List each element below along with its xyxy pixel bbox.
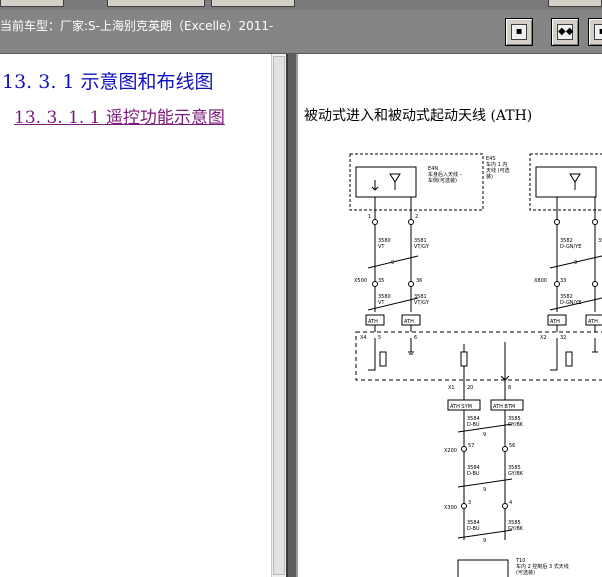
- pane-splitter[interactable]: [286, 54, 298, 577]
- top-menu-button-3[interactable]: [211, 0, 295, 7]
- top-strip: [0, 0, 602, 10]
- pin-32: 32: [560, 335, 566, 341]
- label-e4n-opt: 车侧(可选装): [428, 177, 457, 184]
- vehicle-prefix: 当前车型：: [0, 19, 61, 33]
- split-view-button[interactable]: ◆◆: [551, 18, 579, 46]
- wire-color-vtgy-b: VT/GY: [414, 300, 430, 306]
- wire-color-dbu-c: D-BU: [467, 526, 480, 532]
- wire-color-dbu: D-BU: [467, 422, 480, 428]
- ath-box-3: ATH: [550, 319, 560, 325]
- top-menu-button-2[interactable]: [107, 0, 205, 7]
- label-e4s-desc3: 装): [486, 173, 493, 180]
- diagram-labels: E4N 车身后入天线 – 车侧(可选装) E4S 车内 1 内 天线 (可选 装…: [354, 156, 602, 576]
- document-pane: 被动式进入和被动式起动天线 (ATH) E4N 车身后入天线 – 车侧(可选装)…: [298, 54, 602, 577]
- wiring-diagram: E4N 车身后入天线 – 车侧(可选装) E4S 车内 1 内 天线 (可选 装…: [349, 153, 602, 577]
- document-title: 被动式进入和被动式起动天线 (ATH): [304, 108, 533, 124]
- twist-9-d: 9: [483, 487, 486, 493]
- label-e4s-desc2: 天线 (可选: [486, 167, 510, 174]
- wire-color-dgnye: D-GN/YE: [560, 244, 581, 250]
- wire-color-vtgy: VT/GY: [414, 244, 430, 250]
- ath-sym-box: ATH SYM: [450, 404, 472, 410]
- wire-color-vt-b: VT: [378, 300, 385, 306]
- navigation-pane: 13. 3. 1 示意图和布线图 13. 3. 1. 1 遥控功能示意图: [0, 54, 271, 577]
- bottom-module-opt: (可选装): [516, 569, 535, 576]
- conn-x800: X800: [534, 278, 547, 284]
- pin-33: 33: [560, 278, 566, 284]
- pin-1: 1: [368, 214, 371, 220]
- ath-btm-box: ATH BTM: [493, 404, 515, 410]
- twist-9-e: 9: [483, 538, 486, 544]
- pin-4: 4: [509, 500, 512, 506]
- twist-9-c: 9: [483, 432, 486, 438]
- wire-color-dgnye-b: D-GN/YE: [560, 300, 581, 306]
- wire-color-gybk-c: GY/BK: [508, 526, 524, 532]
- pin-35: 35: [378, 278, 384, 284]
- diagram-connectors: [372, 219, 598, 509]
- subsection-link[interactable]: 13. 3. 1. 1 遥控功能示意图: [14, 103, 225, 128]
- wire-color-gybk-b: GY/BK: [508, 471, 524, 477]
- split-view-icon: ◆◆: [557, 24, 573, 40]
- conn-x300: X300: [444, 505, 457, 511]
- section-title: 13. 3. 1 示意图和布线图: [2, 71, 214, 93]
- diagram-lines: [349, 153, 602, 577]
- pin-20: 20: [467, 385, 473, 391]
- wire-3583: 3583: [598, 238, 602, 244]
- wire-color-dbu-b: D-BU: [467, 471, 480, 477]
- conn-x1: X1: [448, 385, 455, 391]
- pin-5: 5: [378, 335, 381, 341]
- top-menu-button-4[interactable]: [548, 0, 602, 7]
- conn-x2: X2: [540, 335, 547, 341]
- navigation-scrollbar[interactable]: [271, 54, 286, 577]
- twist-9-b: 9: [574, 260, 577, 266]
- conn-x500: X500: [354, 278, 367, 284]
- bottom-module-desc: 车内 2 控制后 3 式天线: [516, 563, 569, 570]
- next-page-button[interactable]: ▪: [588, 18, 602, 46]
- pin-2: 2: [415, 214, 418, 220]
- twist-9-a: 9: [391, 260, 394, 266]
- label-e4s-desc1: 车内 1 内: [486, 161, 507, 168]
- toolbar: 当前车型：厂家:S-上海别克英朗（Excelle）2011- ▪ ◆◆ ▪: [0, 10, 602, 54]
- pin-57: 57: [468, 443, 474, 449]
- single-page-button[interactable]: ▪: [505, 18, 533, 46]
- conn-x200: X200: [444, 448, 457, 454]
- single-page-icon: ▪: [511, 24, 527, 40]
- pin-3: 3: [468, 500, 471, 506]
- conn-x4: X4: [360, 335, 367, 341]
- ath-box-1: ATH: [368, 319, 378, 325]
- pin-6: 6: [414, 335, 417, 341]
- label-e4n-desc: 车身后入天线 –: [428, 171, 463, 178]
- ath-box-4: ATH: [588, 319, 598, 325]
- wire-color-gybk: GY/BK: [508, 422, 524, 428]
- pin-56: 56: [509, 443, 515, 449]
- wire-color-vt: VT: [378, 244, 385, 250]
- pin-36: 36: [416, 278, 422, 284]
- vehicle-value: 厂家:S-上海别克英朗（Excelle）2011-: [60, 19, 274, 33]
- current-vehicle: 当前车型：厂家:S-上海别克英朗（Excelle）2011-: [0, 17, 273, 34]
- top-menu-button-1[interactable]: [0, 0, 64, 7]
- page-icon: ▪: [594, 24, 602, 40]
- pin-8: 8: [508, 385, 511, 391]
- ath-box-2: ATH: [404, 319, 414, 325]
- scrollbar-thumb[interactable]: [273, 56, 285, 575]
